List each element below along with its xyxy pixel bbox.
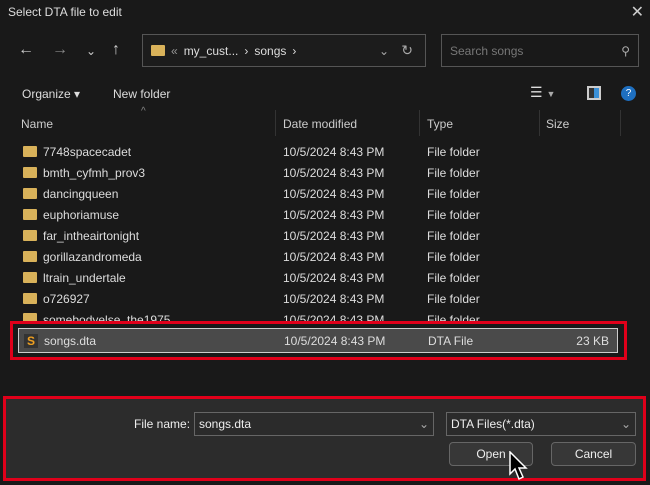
column-divider[interactable] [539,110,540,136]
file-name: bmth_cyfmh_prov3 [43,165,146,180]
column-divider[interactable] [620,110,621,136]
file-row[interactable]: 7748spacecadet 10/5/2024 8:43 PM File fo… [18,141,618,162]
file-date: 10/5/2024 8:43 PM [283,228,385,243]
recent-chevron-icon[interactable]: ⌄ [86,44,96,58]
file-name: ltrain_undertale [43,270,126,285]
file-row[interactable]: euphoriamuse 10/5/2024 8:43 PM File fold… [18,204,618,225]
folder-icon [23,293,37,304]
chevron-down-icon[interactable]: ⌄ [621,417,631,431]
column-divider[interactable] [419,110,420,136]
search-icon: ⚲ [621,43,630,58]
chevron-down-icon[interactable]: ⌄ [419,417,429,431]
file-type: File folder [427,291,480,306]
file-type: File folder [427,270,480,285]
file-name: far_intheairtonight [43,228,140,243]
refresh-icon[interactable]: ↻ [401,42,413,59]
close-icon[interactable]: ✕ [631,2,644,22]
file-date: 10/5/2024 8:43 PM [283,165,385,180]
file-type: File folder [427,144,480,159]
breadcrumb-segment[interactable]: my_cust... [184,44,239,58]
column-divider[interactable] [275,110,276,136]
file-date: 10/5/2024 8:43 PM [284,333,386,348]
file-type: File folder [427,207,480,222]
back-arrow-icon[interactable]: ← [18,41,34,59]
view-list-icon[interactable]: ☰ ▼ [530,84,555,101]
file-type: File folder [427,228,480,243]
folder-icon [23,146,37,157]
overflow-chevron[interactable]: « [171,44,178,58]
file-name: gorillazandromeda [43,249,142,264]
column-date-modified[interactable]: Date modified [283,117,357,131]
file-row[interactable]: dancingqueen 10/5/2024 8:43 PM File fold… [18,183,618,204]
file-type: File folder [427,186,480,201]
file-name: dancingqueen [43,186,119,201]
file-row[interactable]: ltrain_undertale 10/5/2024 8:43 PM File … [18,267,618,288]
file-date: 10/5/2024 8:43 PM [283,207,385,222]
sort-ascending-icon: ^ [141,106,146,117]
folder-icon [23,272,37,283]
preview-pane-icon[interactable] [587,86,601,100]
folder-icon [23,251,37,262]
breadcrumb-segment[interactable]: songs [254,44,286,58]
folder-icon [23,188,37,199]
cancel-button[interactable]: Cancel [551,442,636,466]
file-name: 7748spacecadet [43,144,132,159]
file-date: 10/5/2024 8:43 PM [283,144,385,159]
help-icon[interactable]: ? [621,86,636,101]
file-type-select[interactable]: DTA Files(*.dta) ⌄ [446,412,636,436]
file-name: o726927 [43,291,90,306]
new-folder-button[interactable]: New folder [113,87,170,101]
window-title: Select DTA file to edit [8,5,122,19]
file-date: 10/5/2024 8:43 PM [283,291,385,306]
column-header-row: ^ Name Date modified Type Size [0,106,650,136]
address-dropdown-icon[interactable]: ⌄ [379,44,389,58]
file-type: DTA File [428,333,474,348]
file-name-label: File name: [134,417,191,431]
file-date: 10/5/2024 8:43 PM [283,249,385,264]
file-row[interactable]: far_intheairtonight 10/5/2024 8:43 PM Fi… [18,225,618,246]
file-type: File folder [427,249,480,264]
file-name-value: songs.dta [199,417,252,431]
file-row[interactable]: gorillazandromeda 10/5/2024 8:43 PM File… [18,246,618,267]
file-date: 10/5/2024 8:43 PM [283,186,385,201]
column-size[interactable]: Size [546,117,569,131]
file-type: File folder [427,165,480,180]
file-row[interactable]: o726927 10/5/2024 8:43 PM File folder [18,288,618,309]
column-name[interactable]: Name [21,117,53,131]
mouse-cursor-icon [509,451,528,481]
up-arrow-icon[interactable]: ↑ [112,41,120,59]
folder-icon [151,45,165,56]
breadcrumb-separator[interactable]: › [244,44,248,58]
folder-icon [23,209,37,220]
organize-button[interactable]: Organize ▾ [22,87,80,101]
footer-highlight [3,396,646,481]
search-placeholder: Search songs [450,43,524,58]
folder-icon [23,167,37,178]
file-name: songs.dta [44,333,97,348]
forward-arrow-icon[interactable]: → [52,41,68,59]
file-size: 23 KB [576,333,609,348]
file-name-input[interactable]: songs.dta ⌄ [194,412,434,436]
address-bar[interactable]: « my_cust... › songs › ⌄ ↻ [142,34,426,67]
file-name: euphoriamuse [43,207,120,222]
file-row[interactable]: bmth_cyfmh_prov3 10/5/2024 8:43 PM File … [18,162,618,183]
file-type-value: DTA Files(*.dta) [451,417,535,431]
file-date: 10/5/2024 8:43 PM [283,270,385,285]
folder-icon [23,230,37,241]
file-row-selected[interactable]: S songs.dta 10/5/2024 8:43 PM DTA File 2… [18,328,618,353]
dta-file-icon: S [24,333,38,348]
column-type[interactable]: Type [427,117,453,131]
search-input[interactable]: Search songs ⚲ [441,34,639,67]
breadcrumb-separator[interactable]: › [292,44,296,58]
